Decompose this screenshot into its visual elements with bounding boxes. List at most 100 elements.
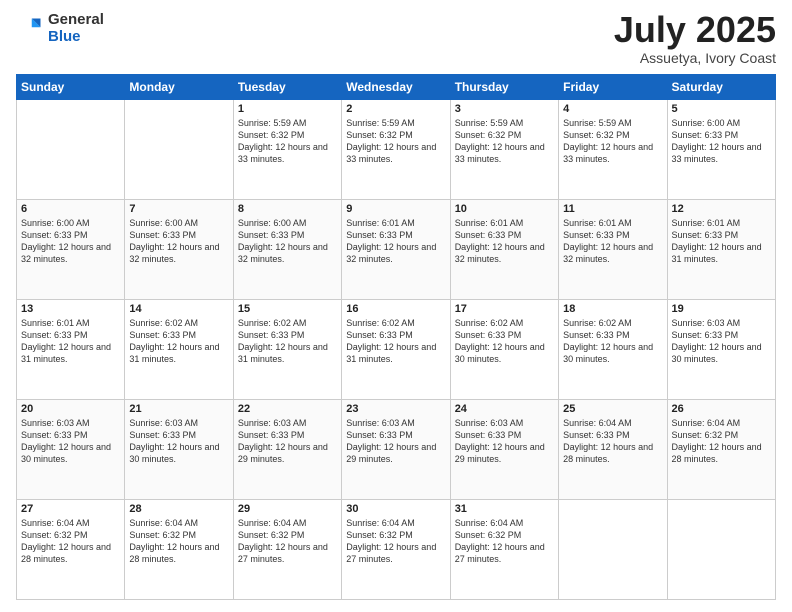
day-number: 9 bbox=[346, 203, 445, 215]
day-number: 3 bbox=[455, 103, 554, 115]
cell-info: Sunrise: 6:01 AMSunset: 6:33 PMDaylight:… bbox=[21, 317, 120, 366]
cell-info: Sunrise: 6:02 AMSunset: 6:33 PMDaylight:… bbox=[238, 317, 337, 366]
day-number: 26 bbox=[672, 403, 771, 415]
calendar-cell bbox=[125, 100, 233, 200]
cell-info: Sunrise: 6:00 AMSunset: 6:33 PMDaylight:… bbox=[129, 217, 228, 266]
calendar-cell: 4Sunrise: 5:59 AMSunset: 6:32 PMDaylight… bbox=[559, 100, 667, 200]
calendar-cell: 23 Sunrise: 6:03 AMSunset: 6:33 PMDayligh… bbox=[342, 400, 450, 500]
cell-info: Sunrise: 6:03 AMSunset: 6:33 PMDaylight:… bbox=[21, 417, 120, 466]
day-number: 12 bbox=[672, 203, 771, 215]
cell-info: Sunrise: 6:01 AMSunset: 6:33 PMDaylight:… bbox=[346, 217, 445, 266]
logo-text: General Blue bbox=[48, 12, 104, 45]
cell-info: Sunrise: 6:01 AMSunset: 6:33 PMDaylight:… bbox=[563, 217, 662, 266]
calendar-cell: 28 Sunrise: 6:04 AMSunset: 6:32 PMDayligh… bbox=[125, 500, 233, 600]
day-number: 23 bbox=[346, 403, 445, 415]
calendar-cell: 26 Sunrise: 6:04 AMSunset: 6:32 PMDayligh… bbox=[667, 400, 775, 500]
day-number: 17 bbox=[455, 303, 554, 315]
cell-info: Sunrise: 6:03 AMSunset: 6:33 PMDaylight:… bbox=[455, 417, 554, 466]
day-number: 4 bbox=[563, 103, 662, 115]
cell-info: Sunrise: 6:02 AMSunset: 6:33 PMDaylight:… bbox=[129, 317, 228, 366]
day-number: 15 bbox=[238, 303, 337, 315]
calendar-week-row: 27 Sunrise: 6:04 AMSunset: 6:32 PMDayligh… bbox=[17, 500, 776, 600]
calendar-week-row: 6 Sunrise: 6:00 AMSunset: 6:33 PMDaylight… bbox=[17, 200, 776, 300]
calendar-cell: 24 Sunrise: 6:03 AMSunset: 6:33 PMDayligh… bbox=[450, 400, 558, 500]
calendar-cell: 18Sunrise: 6:02 AMSunset: 6:33 PMDayligh… bbox=[559, 300, 667, 400]
day-number: 25 bbox=[563, 403, 662, 415]
page: General Blue July 2025 Assuetya, Ivory C… bbox=[0, 0, 792, 612]
day-number: 13 bbox=[21, 303, 120, 315]
day-number: 28 bbox=[129, 503, 228, 515]
day-number: 31 bbox=[455, 503, 554, 515]
calendar-cell: 30 Sunrise: 6:04 AMSunset: 6:32 PMDayligh… bbox=[342, 500, 450, 600]
day-number: 24 bbox=[455, 403, 554, 415]
cell-info: Sunrise: 6:03 AMSunset: 6:33 PMDaylight:… bbox=[129, 417, 228, 466]
calendar-cell: 31 Sunrise: 6:04 AMSunset: 6:32 PMDayligh… bbox=[450, 500, 558, 600]
calendar-cell: 20 Sunrise: 6:03 AMSunset: 6:33 PMDayligh… bbox=[17, 400, 125, 500]
cell-info: Sunrise: 6:02 AMSunset: 6:33 PMDaylight:… bbox=[346, 317, 445, 366]
logo-general: General bbox=[48, 12, 104, 29]
cell-info: Sunrise: 6:04 AMSunset: 6:32 PMDaylight:… bbox=[129, 517, 228, 566]
cell-info: Sunrise: 6:04 AMSunset: 6:32 PMDaylight:… bbox=[672, 417, 771, 466]
day-number: 2 bbox=[346, 103, 445, 115]
calendar-week-row: 1Sunrise: 5:59 AMSunset: 6:32 PMDaylight… bbox=[17, 100, 776, 200]
day-number: 16 bbox=[346, 303, 445, 315]
calendar-cell: 10 Sunrise: 6:01 AMSunset: 6:33 PMDayligh… bbox=[450, 200, 558, 300]
calendar-week-row: 20 Sunrise: 6:03 AMSunset: 6:33 PMDayligh… bbox=[17, 400, 776, 500]
cell-info: Sunrise: 6:03 AMSunset: 6:33 PMDaylight:… bbox=[672, 317, 771, 366]
calendar-header-cell: Friday bbox=[559, 75, 667, 100]
cell-info: Sunrise: 6:04 AMSunset: 6:33 PMDaylight:… bbox=[563, 417, 662, 466]
calendar-cell: 21 Sunrise: 6:03 AMSunset: 6:33 PMDayligh… bbox=[125, 400, 233, 500]
day-number: 29 bbox=[238, 503, 337, 515]
cell-info: Sunrise: 5:59 AMSunset: 6:32 PMDaylight:… bbox=[346, 117, 445, 166]
calendar-cell bbox=[667, 500, 775, 600]
calendar-cell: 13 Sunrise: 6:01 AMSunset: 6:33 PMDayligh… bbox=[17, 300, 125, 400]
calendar-cell: 3 Sunrise: 5:59 AMSunset: 6:32 PMDaylight… bbox=[450, 100, 558, 200]
title-block: July 2025 Assuetya, Ivory Coast bbox=[614, 12, 776, 66]
calendar-cell: 11 Sunrise: 6:01 AMSunset: 6:33 PMDayligh… bbox=[559, 200, 667, 300]
calendar-header-cell: Saturday bbox=[667, 75, 775, 100]
calendar-cell: 5Sunrise: 6:00 AMSunset: 6:33 PMDaylight… bbox=[667, 100, 775, 200]
day-number: 14 bbox=[129, 303, 228, 315]
calendar-cell: 12Sunrise: 6:01 AMSunset: 6:33 PMDayligh… bbox=[667, 200, 775, 300]
calendar-table: SundayMondayTuesdayWednesdayThursdayFrid… bbox=[16, 74, 776, 600]
calendar-cell: 22 Sunrise: 6:03 AMSunset: 6:33 PMDayligh… bbox=[233, 400, 341, 500]
calendar-cell: 6 Sunrise: 6:00 AMSunset: 6:33 PMDaylight… bbox=[17, 200, 125, 300]
calendar-header-row: SundayMondayTuesdayWednesdayThursdayFrid… bbox=[17, 75, 776, 100]
calendar-cell: 8Sunrise: 6:00 AMSunset: 6:33 PMDaylight… bbox=[233, 200, 341, 300]
day-number: 18 bbox=[563, 303, 662, 315]
calendar-cell bbox=[17, 100, 125, 200]
calendar-cell: 2 Sunrise: 5:59 AMSunset: 6:32 PMDaylight… bbox=[342, 100, 450, 200]
day-number: 11 bbox=[563, 203, 662, 215]
location: Assuetya, Ivory Coast bbox=[614, 50, 776, 66]
cell-info: Sunrise: 6:01 AMSunset: 6:33 PMDaylight:… bbox=[455, 217, 554, 266]
cell-info: Sunrise: 6:03 AMSunset: 6:33 PMDaylight:… bbox=[346, 417, 445, 466]
calendar-header-cell: Thursday bbox=[450, 75, 558, 100]
calendar-cell: 9 Sunrise: 6:01 AMSunset: 6:33 PMDaylight… bbox=[342, 200, 450, 300]
calendar-header-cell: Wednesday bbox=[342, 75, 450, 100]
cell-info: Sunrise: 6:03 AMSunset: 6:33 PMDaylight:… bbox=[238, 417, 337, 466]
day-number: 10 bbox=[455, 203, 554, 215]
calendar-week-row: 13 Sunrise: 6:01 AMSunset: 6:33 PMDayligh… bbox=[17, 300, 776, 400]
day-number: 22 bbox=[238, 403, 337, 415]
cell-info: Sunrise: 6:04 AMSunset: 6:32 PMDaylight:… bbox=[346, 517, 445, 566]
cell-info: Sunrise: 6:00 AMSunset: 6:33 PMDaylight:… bbox=[672, 117, 771, 166]
day-number: 27 bbox=[21, 503, 120, 515]
cell-info: Sunrise: 6:04 AMSunset: 6:32 PMDaylight:… bbox=[455, 517, 554, 566]
day-number: 19 bbox=[672, 303, 771, 315]
cell-info: Sunrise: 6:00 AMSunset: 6:33 PMDaylight:… bbox=[21, 217, 120, 266]
logo-icon bbox=[16, 15, 44, 43]
cell-info: Sunrise: 5:59 AMSunset: 6:32 PMDaylight:… bbox=[238, 117, 337, 166]
month-title: July 2025 bbox=[614, 12, 776, 48]
calendar-cell: 16 Sunrise: 6:02 AMSunset: 6:33 PMDayligh… bbox=[342, 300, 450, 400]
day-number: 20 bbox=[21, 403, 120, 415]
cell-info: Sunrise: 6:04 AMSunset: 6:32 PMDaylight:… bbox=[21, 517, 120, 566]
day-number: 30 bbox=[346, 503, 445, 515]
calendar-cell: 15 Sunrise: 6:02 AMSunset: 6:33 PMDayligh… bbox=[233, 300, 341, 400]
day-number: 6 bbox=[21, 203, 120, 215]
calendar-header-cell: Tuesday bbox=[233, 75, 341, 100]
day-number: 21 bbox=[129, 403, 228, 415]
calendar-cell: 29Sunrise: 6:04 AMSunset: 6:32 PMDayligh… bbox=[233, 500, 341, 600]
logo-blue: Blue bbox=[48, 29, 104, 46]
cell-info: Sunrise: 5:59 AMSunset: 6:32 PMDaylight:… bbox=[455, 117, 554, 166]
calendar-cell: 17Sunrise: 6:02 AMSunset: 6:33 PMDayligh… bbox=[450, 300, 558, 400]
